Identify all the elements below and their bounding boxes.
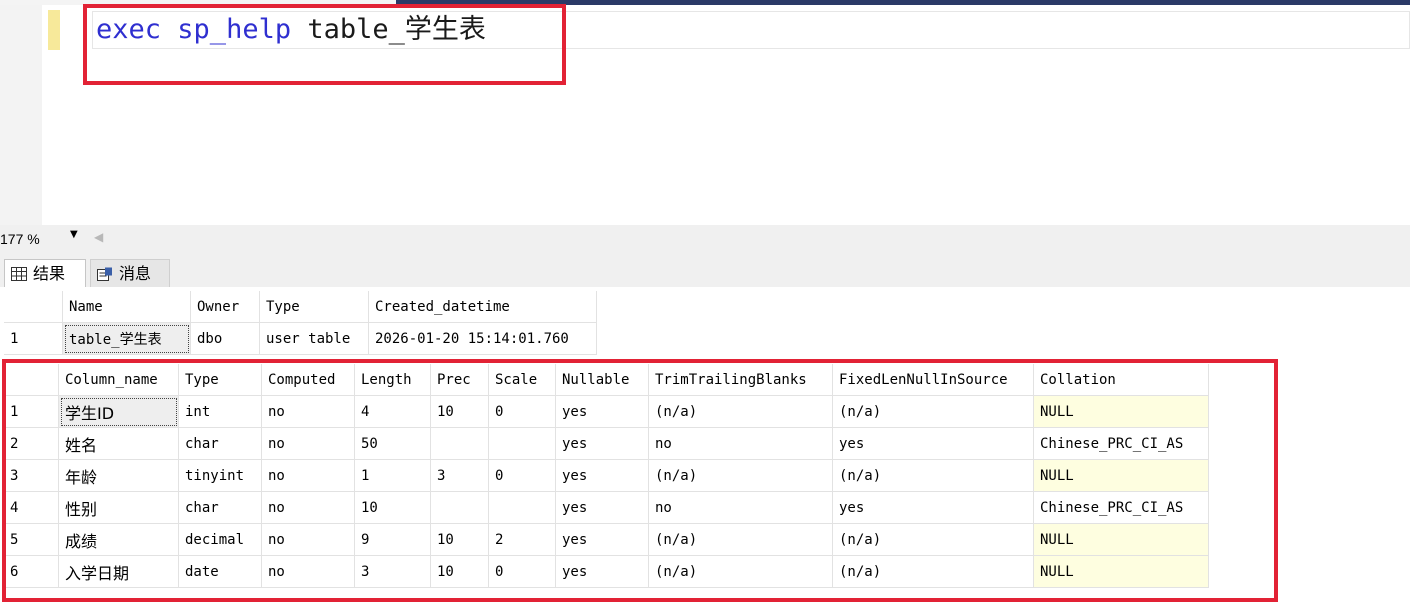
change-indicator xyxy=(48,10,60,50)
corner-cell[interactable] xyxy=(4,291,63,323)
table-row[interactable]: 1 table_学生表 dbo user table 2026-01-20 15… xyxy=(4,322,597,355)
zoom-level[interactable]: 177 % xyxy=(0,231,40,247)
zoom-bar: 177 % ▼ ◀ xyxy=(0,225,1410,253)
column-header[interactable]: Created_datetime xyxy=(368,291,597,323)
cell-owner[interactable]: dbo xyxy=(190,322,260,355)
chevron-down-icon[interactable]: ▼ xyxy=(70,229,78,240)
object-info-grid: Name Owner Type Created_datetime 1 table… xyxy=(4,291,597,355)
row-number[interactable]: 1 xyxy=(4,322,63,355)
scroll-left-icon[interactable]: ◀ xyxy=(94,230,103,244)
line-number-gutter xyxy=(0,5,42,225)
cell-type[interactable]: user table xyxy=(259,322,369,355)
highlight-box-columns xyxy=(2,359,1278,602)
results-tab-bar: 结果 消息 xyxy=(0,253,1410,287)
grid-header-row: Name Owner Type Created_datetime xyxy=(4,291,597,323)
cell-text: table_学生表 xyxy=(69,331,162,348)
column-header[interactable]: Type xyxy=(259,291,369,323)
tab-results-label: 结果 xyxy=(33,264,66,283)
tab-messages-label: 消息 xyxy=(119,264,152,283)
grid-icon xyxy=(11,262,27,281)
cell-created[interactable]: 2026-01-20 15:14:01.760 xyxy=(368,322,597,355)
tab-results[interactable]: 结果 xyxy=(4,259,86,287)
column-header[interactable]: Name xyxy=(62,291,191,323)
tab-messages[interactable]: 消息 xyxy=(90,259,170,287)
column-header[interactable]: Owner xyxy=(190,291,260,323)
cell-name[interactable]: table_学生表 xyxy=(62,322,191,355)
message-icon xyxy=(97,262,113,281)
highlight-box-query xyxy=(83,4,566,85)
